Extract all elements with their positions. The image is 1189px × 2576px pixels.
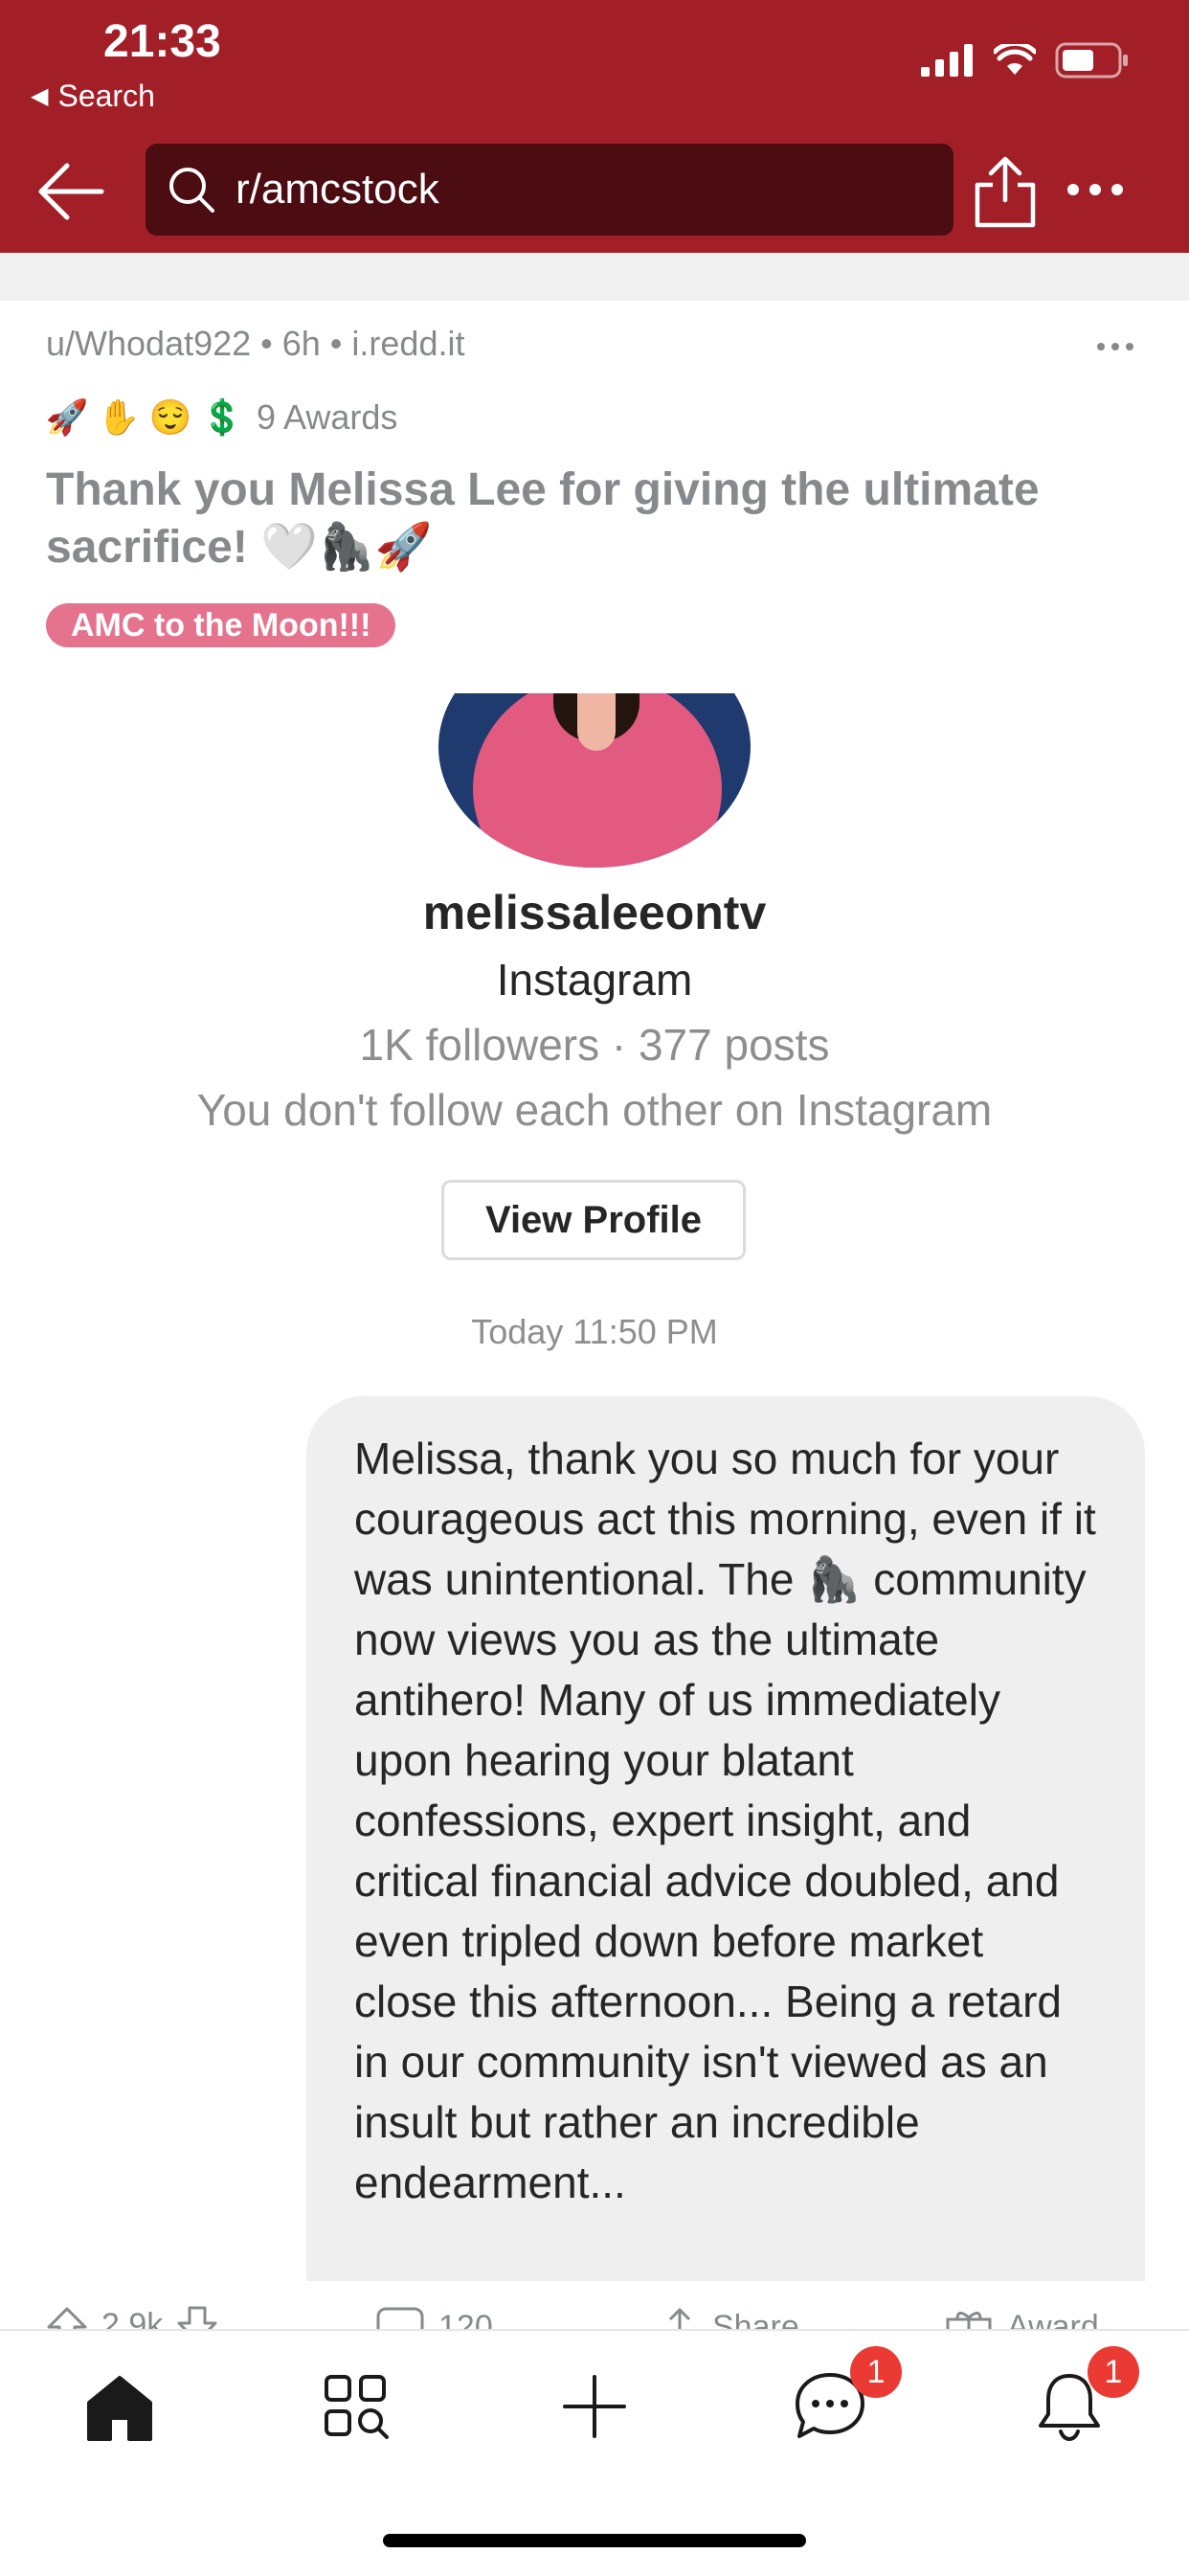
post-flair[interactable]: AMC to the Moon!!! (46, 603, 396, 647)
comments-action[interactable]: 120 (375, 2306, 493, 2329)
award-label: Award (1007, 2308, 1099, 2330)
post-actions: 2.9k 120 Share Award (0, 2281, 1189, 2329)
battery-icon (1055, 42, 1128, 79)
post-image[interactable]: melissaleeontv Instagram 1K followers · … (0, 693, 1189, 2281)
coin-award-icon: 💲 (200, 397, 244, 437)
share-icon (975, 156, 1036, 228)
instagram-stats: 1K followers · 377 posts (359, 1020, 830, 1070)
instagram-username: melissaleeontv (422, 886, 767, 939)
arrow-left-icon (38, 163, 104, 220)
face-award-icon: 😌 (148, 397, 192, 437)
status-time: 21:33 (103, 16, 221, 67)
upvote-count: 2.9k (101, 2306, 164, 2330)
awards-count: 9 Awards (257, 397, 398, 437)
more-horizontal-icon (1067, 184, 1123, 195)
post-more-button[interactable] (1091, 337, 1139, 356)
wifi-icon (994, 44, 1036, 75)
discover-icon (325, 2375, 389, 2439)
comment-icon (376, 2307, 424, 2329)
inbox-badge: 1 (1088, 2346, 1139, 2398)
award-action[interactable]: Award (944, 2306, 1099, 2329)
share-action[interactable]: Share (661, 2306, 799, 2329)
separator-strip (0, 253, 1189, 301)
header-bar: 21:33 ◀ Search r/amcstock (0, 0, 1189, 253)
more-horizontal-icon (1097, 343, 1133, 350)
back-app-label: Search (57, 79, 155, 113)
gift-icon (946, 2312, 992, 2329)
comment-count: 120 (438, 2308, 493, 2330)
status-icons (921, 42, 1130, 79)
tab-home[interactable] (77, 2363, 163, 2450)
downvote-icon (177, 2306, 217, 2329)
hand-award-icon: ✋ (97, 397, 141, 437)
search-text: r/amcstock (236, 166, 439, 213)
rocket-award-icon: 🚀 (45, 397, 89, 437)
instagram-avatar (438, 693, 751, 868)
message-text: Melissa, thank you so much for your cour… (354, 1434, 1096, 2207)
back-to-app[interactable]: ◀ Search (31, 79, 155, 114)
tab-create-post[interactable] (551, 2363, 638, 2450)
more-options-button[interactable] (1065, 169, 1126, 211)
share-icon (668, 2307, 691, 2329)
view-profile-button: View Profile (441, 1180, 746, 1260)
signal-icon (921, 44, 973, 77)
share-button[interactable] (969, 153, 1042, 230)
tab-discover[interactable] (313, 2363, 399, 2450)
home-indicator[interactable] (383, 2534, 806, 2547)
post-title[interactable]: Thank you Melissa Lee for giving the ult… (46, 462, 1147, 576)
search-input[interactable]: r/amcstock (146, 144, 953, 236)
search-icon (169, 168, 214, 213)
instagram-follow-status: You don't follow each other on Instagram (196, 1085, 993, 1135)
home-icon (87, 2376, 152, 2441)
vote-action[interactable]: 2.9k (46, 2306, 218, 2329)
awards-row[interactable]: 🚀 ✋ 😌 💲 9 Awards (45, 396, 398, 439)
plus-icon (563, 2375, 626, 2438)
share-label: Share (712, 2308, 799, 2330)
chat-badge: 1 (850, 2346, 902, 2398)
upvote-icon (47, 2307, 87, 2329)
post-meta[interactable]: u/Whodat922 • 6h • i.redd.it (46, 324, 464, 364)
message-bubble: Melissa, thank you so much for your cour… (306, 1396, 1145, 2281)
instagram-platform: Instagram (496, 955, 693, 1005)
back-button[interactable] (33, 153, 109, 230)
back-triangle-icon: ◀ (31, 83, 49, 109)
message-timestamp: Today 11:50 PM (471, 1312, 718, 1351)
